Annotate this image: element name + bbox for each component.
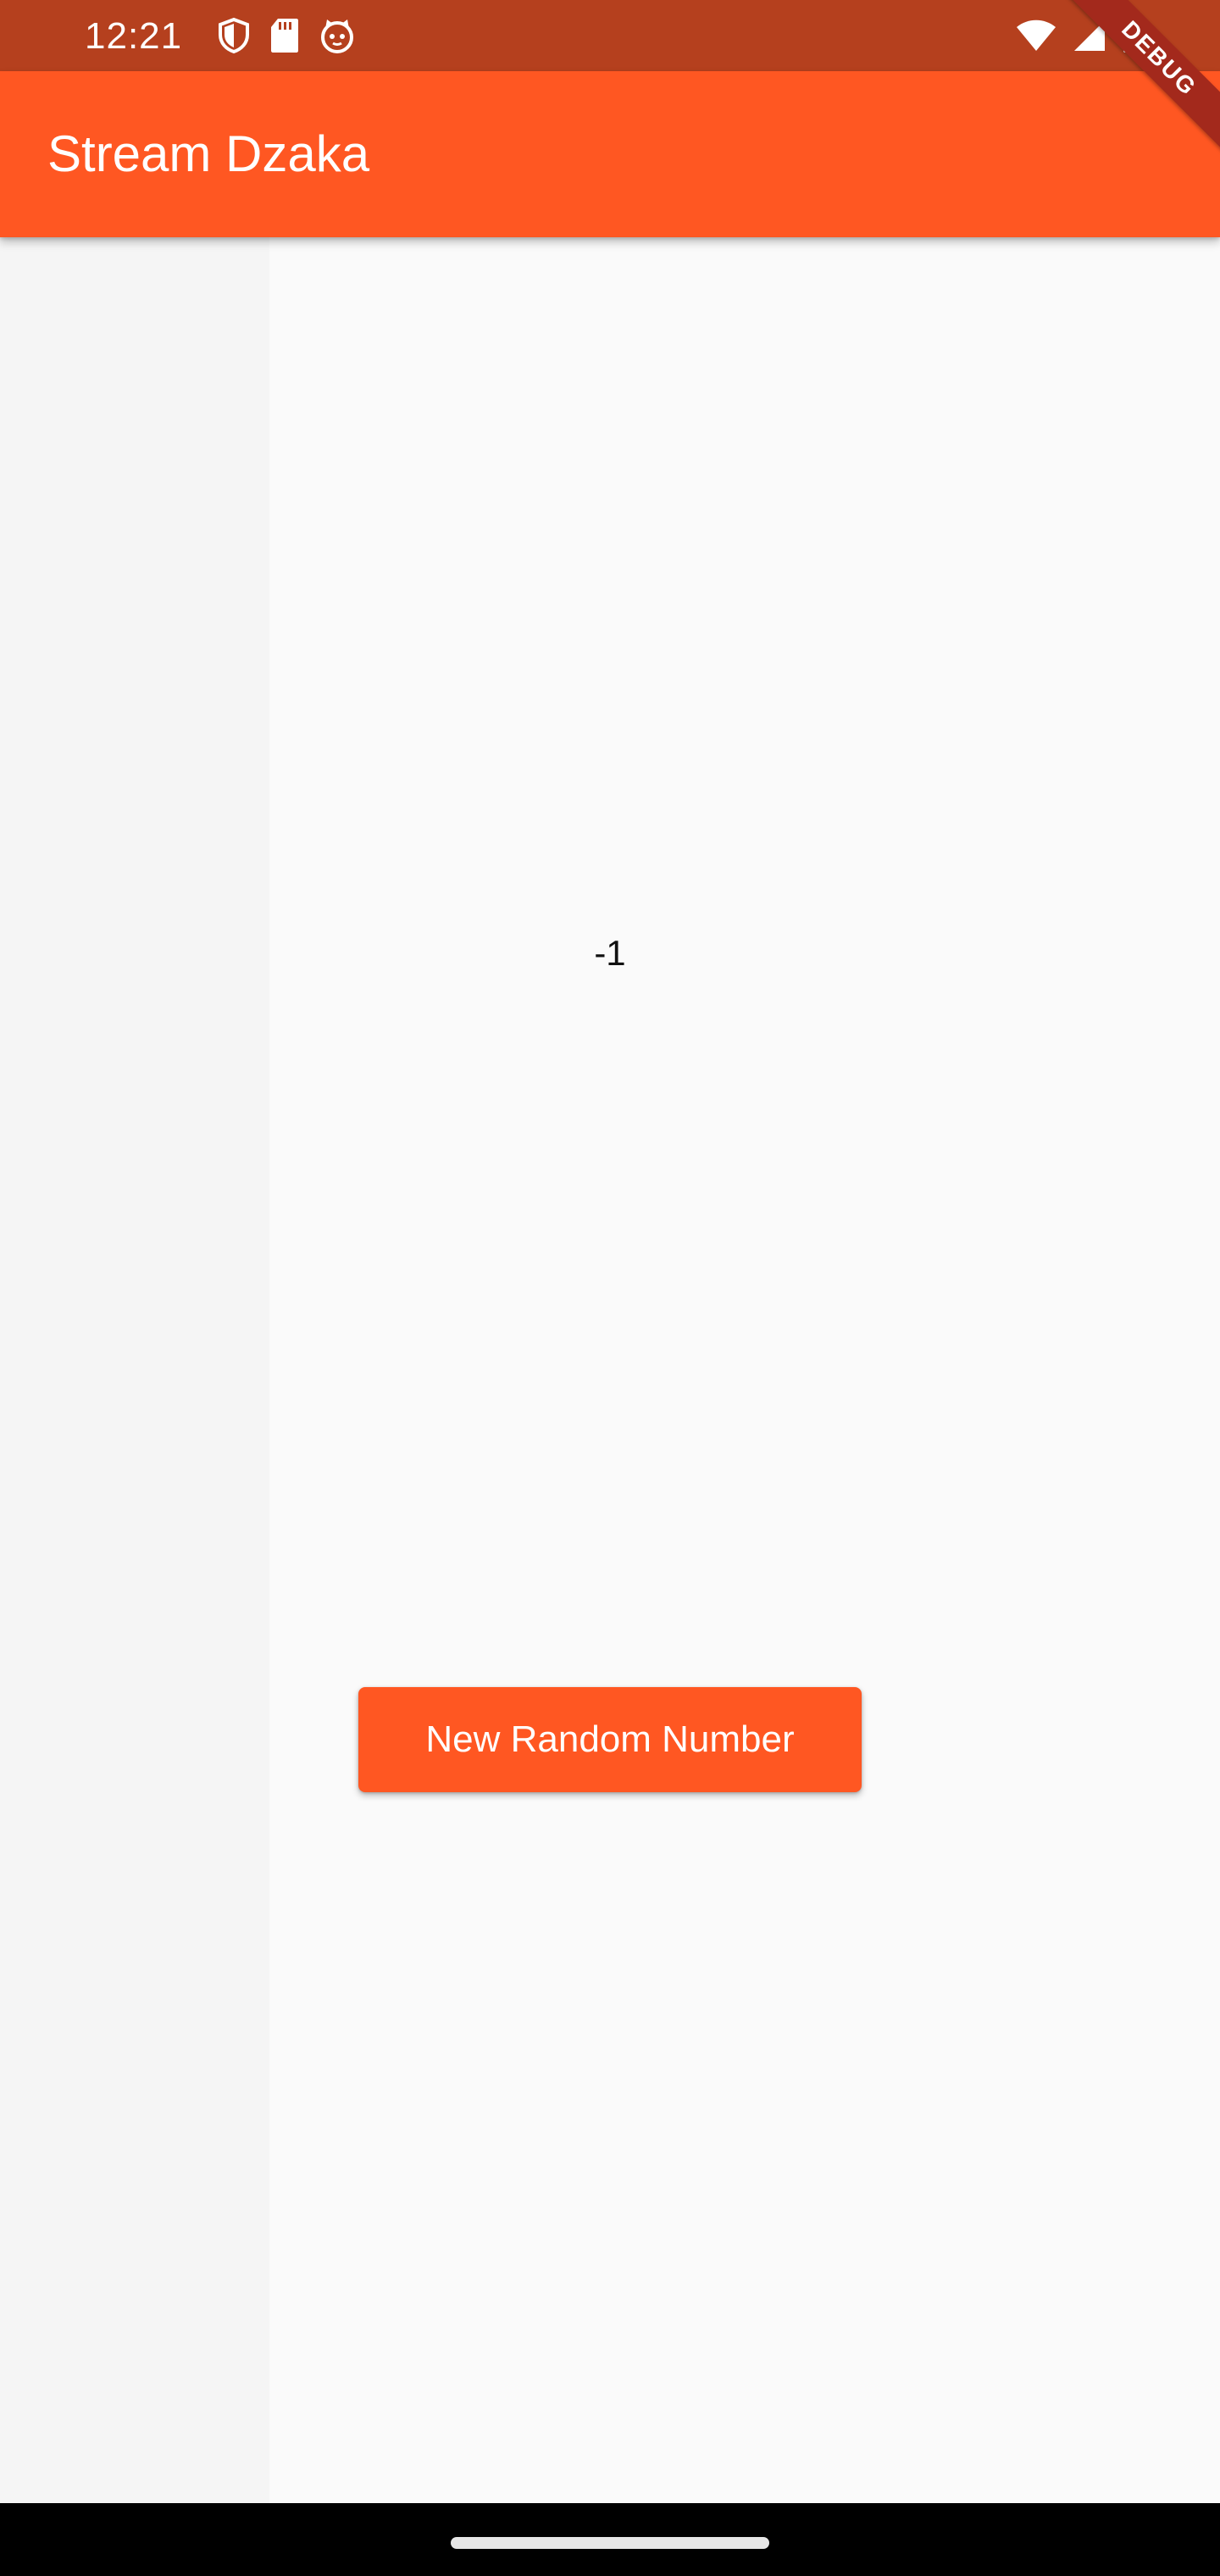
status-left-icons — [217, 17, 356, 54]
home-gesture-handle[interactable] — [451, 2537, 769, 2549]
app-title: Stream Dzaka — [47, 125, 370, 182]
app-screen: 12:21 Stream Dzaka DEBUG -1 New Random N… — [0, 0, 1220, 2576]
new-random-number-button[interactable]: New Random Number — [358, 1687, 862, 1792]
app-bar: Stream Dzaka — [0, 71, 1220, 237]
wifi-icon — [1015, 19, 1057, 53]
status-time: 12:21 — [85, 15, 183, 57]
left-shade — [0, 237, 269, 2503]
cat-face-icon — [319, 17, 356, 54]
shield-icon — [217, 17, 251, 54]
navigation-bar — [0, 2503, 1220, 2576]
status-bar: 12:21 — [0, 0, 1220, 71]
random-number-text: -1 — [594, 933, 626, 973]
sd-card-icon — [269, 17, 300, 54]
main-content: -1 New Random Number — [0, 237, 1220, 2503]
